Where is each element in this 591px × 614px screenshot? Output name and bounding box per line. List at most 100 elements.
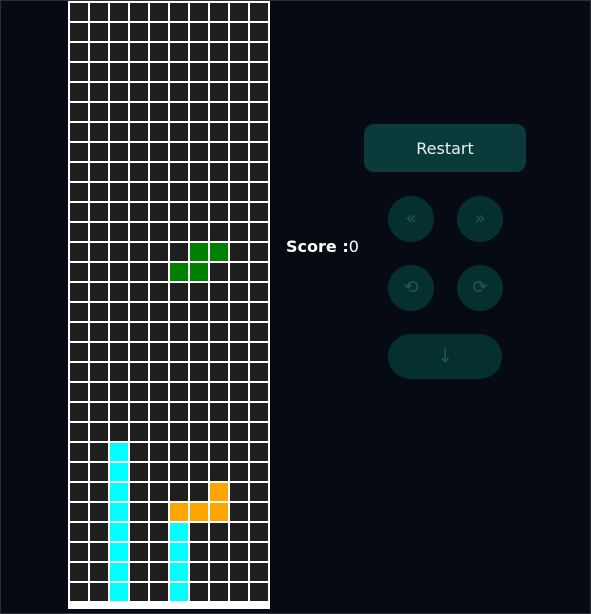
board-cell-filled bbox=[170, 543, 188, 561]
board-cell bbox=[150, 483, 168, 501]
arrow-down-icon: ↓ bbox=[437, 345, 453, 367]
rotate-left-button[interactable]: ⟲ bbox=[388, 265, 434, 311]
board-cell bbox=[210, 223, 228, 241]
board-cell bbox=[130, 443, 148, 461]
board-cell bbox=[70, 223, 88, 241]
board-cell bbox=[250, 103, 268, 121]
board-cell bbox=[230, 303, 248, 321]
move-left-button[interactable]: « bbox=[388, 196, 434, 242]
board-cell bbox=[90, 203, 108, 221]
board-cell bbox=[230, 223, 248, 241]
board-cell bbox=[130, 563, 148, 581]
board-cell bbox=[230, 503, 248, 521]
board-cell bbox=[230, 543, 248, 561]
board-cell-filled bbox=[110, 583, 128, 601]
double-chevron-right-icon: » bbox=[474, 208, 486, 229]
board-cell bbox=[150, 583, 168, 601]
board-cell bbox=[250, 403, 268, 421]
board-cell bbox=[70, 143, 88, 161]
rotate-right-button[interactable]: ⟳ bbox=[457, 265, 503, 311]
game-window: Score :0 Restart « » ⟲ ⟳ ↓ bbox=[0, 0, 591, 614]
board-cell bbox=[250, 183, 268, 201]
move-right-button[interactable]: » bbox=[457, 196, 503, 242]
board-cell-filled bbox=[110, 443, 128, 461]
board-cell bbox=[90, 563, 108, 581]
board-cell bbox=[230, 423, 248, 441]
board-cell bbox=[210, 3, 228, 21]
board-cell bbox=[110, 163, 128, 181]
board-cell bbox=[170, 283, 188, 301]
board-cell bbox=[250, 243, 268, 261]
board-cell bbox=[70, 383, 88, 401]
board-cell bbox=[130, 283, 148, 301]
board-cell bbox=[70, 303, 88, 321]
board-cell bbox=[130, 83, 148, 101]
board-cell bbox=[90, 543, 108, 561]
board-cell bbox=[210, 263, 228, 281]
board-cell bbox=[110, 183, 128, 201]
board-cell bbox=[150, 503, 168, 521]
board-cell bbox=[150, 223, 168, 241]
board-cell bbox=[230, 343, 248, 361]
board-cell bbox=[90, 403, 108, 421]
board-cell bbox=[190, 183, 208, 201]
board-cell bbox=[170, 123, 188, 141]
board-cell bbox=[190, 303, 208, 321]
board-cell bbox=[190, 443, 208, 461]
board-cell bbox=[230, 23, 248, 41]
board-cell bbox=[170, 303, 188, 321]
board-cell bbox=[210, 323, 228, 341]
board-cell-filled bbox=[110, 463, 128, 481]
board-cell bbox=[210, 363, 228, 381]
board-cell bbox=[150, 443, 168, 461]
board-cell bbox=[130, 163, 148, 181]
board-cell bbox=[90, 83, 108, 101]
board-cell bbox=[210, 83, 228, 101]
board-cell bbox=[230, 143, 248, 161]
board-cell bbox=[150, 383, 168, 401]
board-cell bbox=[190, 323, 208, 341]
board-cell bbox=[110, 123, 128, 141]
board-cell bbox=[90, 343, 108, 361]
board-cell bbox=[210, 543, 228, 561]
board-cell bbox=[90, 283, 108, 301]
board-cell bbox=[210, 163, 228, 181]
board-cell-filled bbox=[110, 563, 128, 581]
board-cell bbox=[90, 163, 108, 181]
board-cell bbox=[210, 563, 228, 581]
board-cell bbox=[130, 523, 148, 541]
board-cell bbox=[90, 103, 108, 121]
board-cell bbox=[170, 3, 188, 21]
board-cell bbox=[250, 363, 268, 381]
board-cell-filled bbox=[170, 563, 188, 581]
board-cell bbox=[130, 203, 148, 221]
board-cell bbox=[130, 383, 148, 401]
board-cell bbox=[230, 443, 248, 461]
board-cell bbox=[110, 103, 128, 121]
board-cell bbox=[190, 423, 208, 441]
board-cell bbox=[110, 43, 128, 61]
board-cell bbox=[250, 583, 268, 601]
board-cell-filled bbox=[110, 503, 128, 521]
board-cell bbox=[110, 223, 128, 241]
board-cell-filled bbox=[110, 483, 128, 501]
board-cell bbox=[130, 503, 148, 521]
board-cell bbox=[190, 583, 208, 601]
score-value: 0 bbox=[348, 237, 359, 256]
board-cell bbox=[130, 483, 148, 501]
restart-button[interactable]: Restart bbox=[364, 124, 526, 172]
board-cell bbox=[130, 423, 148, 441]
drop-button[interactable]: ↓ bbox=[388, 334, 502, 379]
board-cell bbox=[250, 303, 268, 321]
board-cell bbox=[250, 423, 268, 441]
board-cell bbox=[150, 423, 168, 441]
board-cell bbox=[230, 83, 248, 101]
board-cell bbox=[90, 3, 108, 21]
board-cell bbox=[70, 123, 88, 141]
board-cell bbox=[150, 463, 168, 481]
board-cell bbox=[170, 203, 188, 221]
board-cell bbox=[230, 323, 248, 341]
board-cell bbox=[250, 23, 268, 41]
board-cell bbox=[190, 343, 208, 361]
board-cell bbox=[110, 243, 128, 261]
